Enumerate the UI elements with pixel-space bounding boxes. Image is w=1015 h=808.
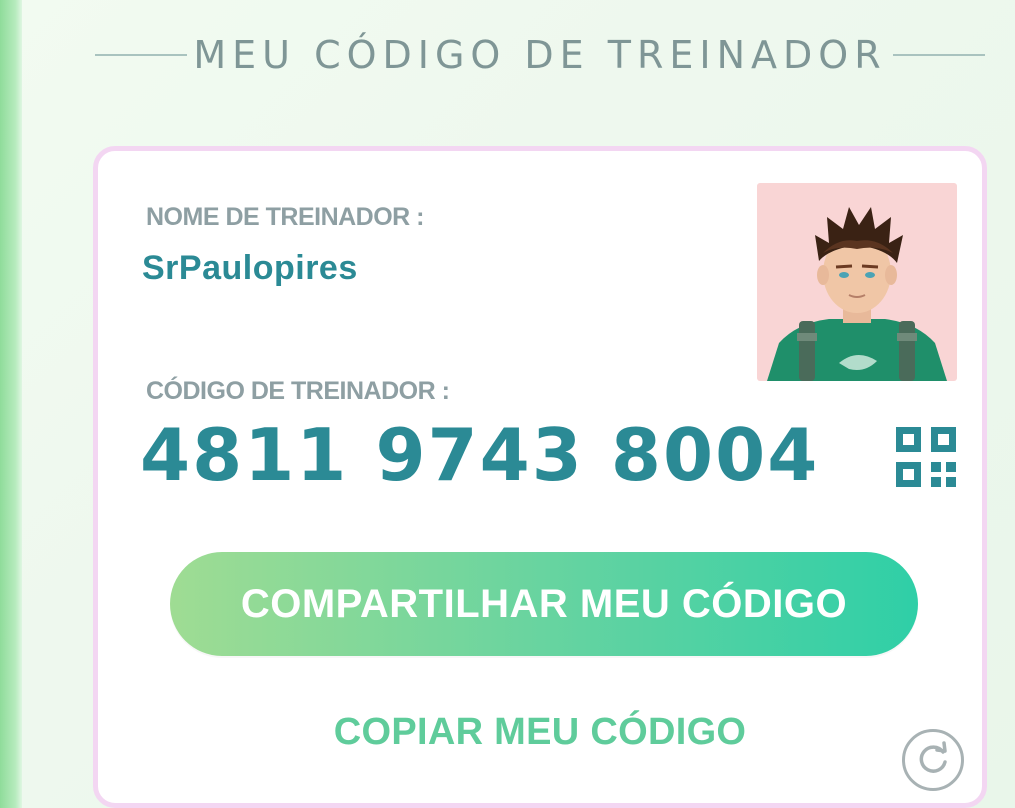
trainer-name-label: NOME DE TREINADOR : bbox=[146, 203, 425, 231]
trainer-avatar bbox=[757, 183, 957, 381]
refresh-icon bbox=[919, 741, 947, 773]
qr-code-icon bbox=[896, 427, 956, 487]
share-code-button[interactable]: COMPARTILHAR MEU CÓDIGO bbox=[170, 552, 918, 656]
left-edge-strip bbox=[0, 0, 22, 808]
refresh-button[interactable] bbox=[902, 729, 964, 791]
copy-code-button[interactable]: COPIAR MEU CÓDIGO bbox=[98, 711, 982, 754]
trainer-code-card: NOME DE TREINADOR : SrPaulopires CÓDIGO … bbox=[93, 146, 987, 808]
page-title: MEU CÓDIGO DE TREINADOR bbox=[193, 33, 887, 77]
qr-code-button[interactable] bbox=[896, 427, 956, 487]
avatar-icon bbox=[767, 207, 947, 381]
section-header: MEU CÓDIGO DE TREINADOR bbox=[95, 30, 985, 80]
trainer-code-label: CÓDIGO DE TREINADOR : bbox=[146, 377, 450, 405]
header-divider-right bbox=[892, 54, 985, 56]
trainer-name-value: SrPaulopires bbox=[142, 249, 358, 287]
trainer-code-value: 4811 9743 8004 bbox=[140, 413, 820, 497]
header-divider-left bbox=[95, 54, 188, 56]
